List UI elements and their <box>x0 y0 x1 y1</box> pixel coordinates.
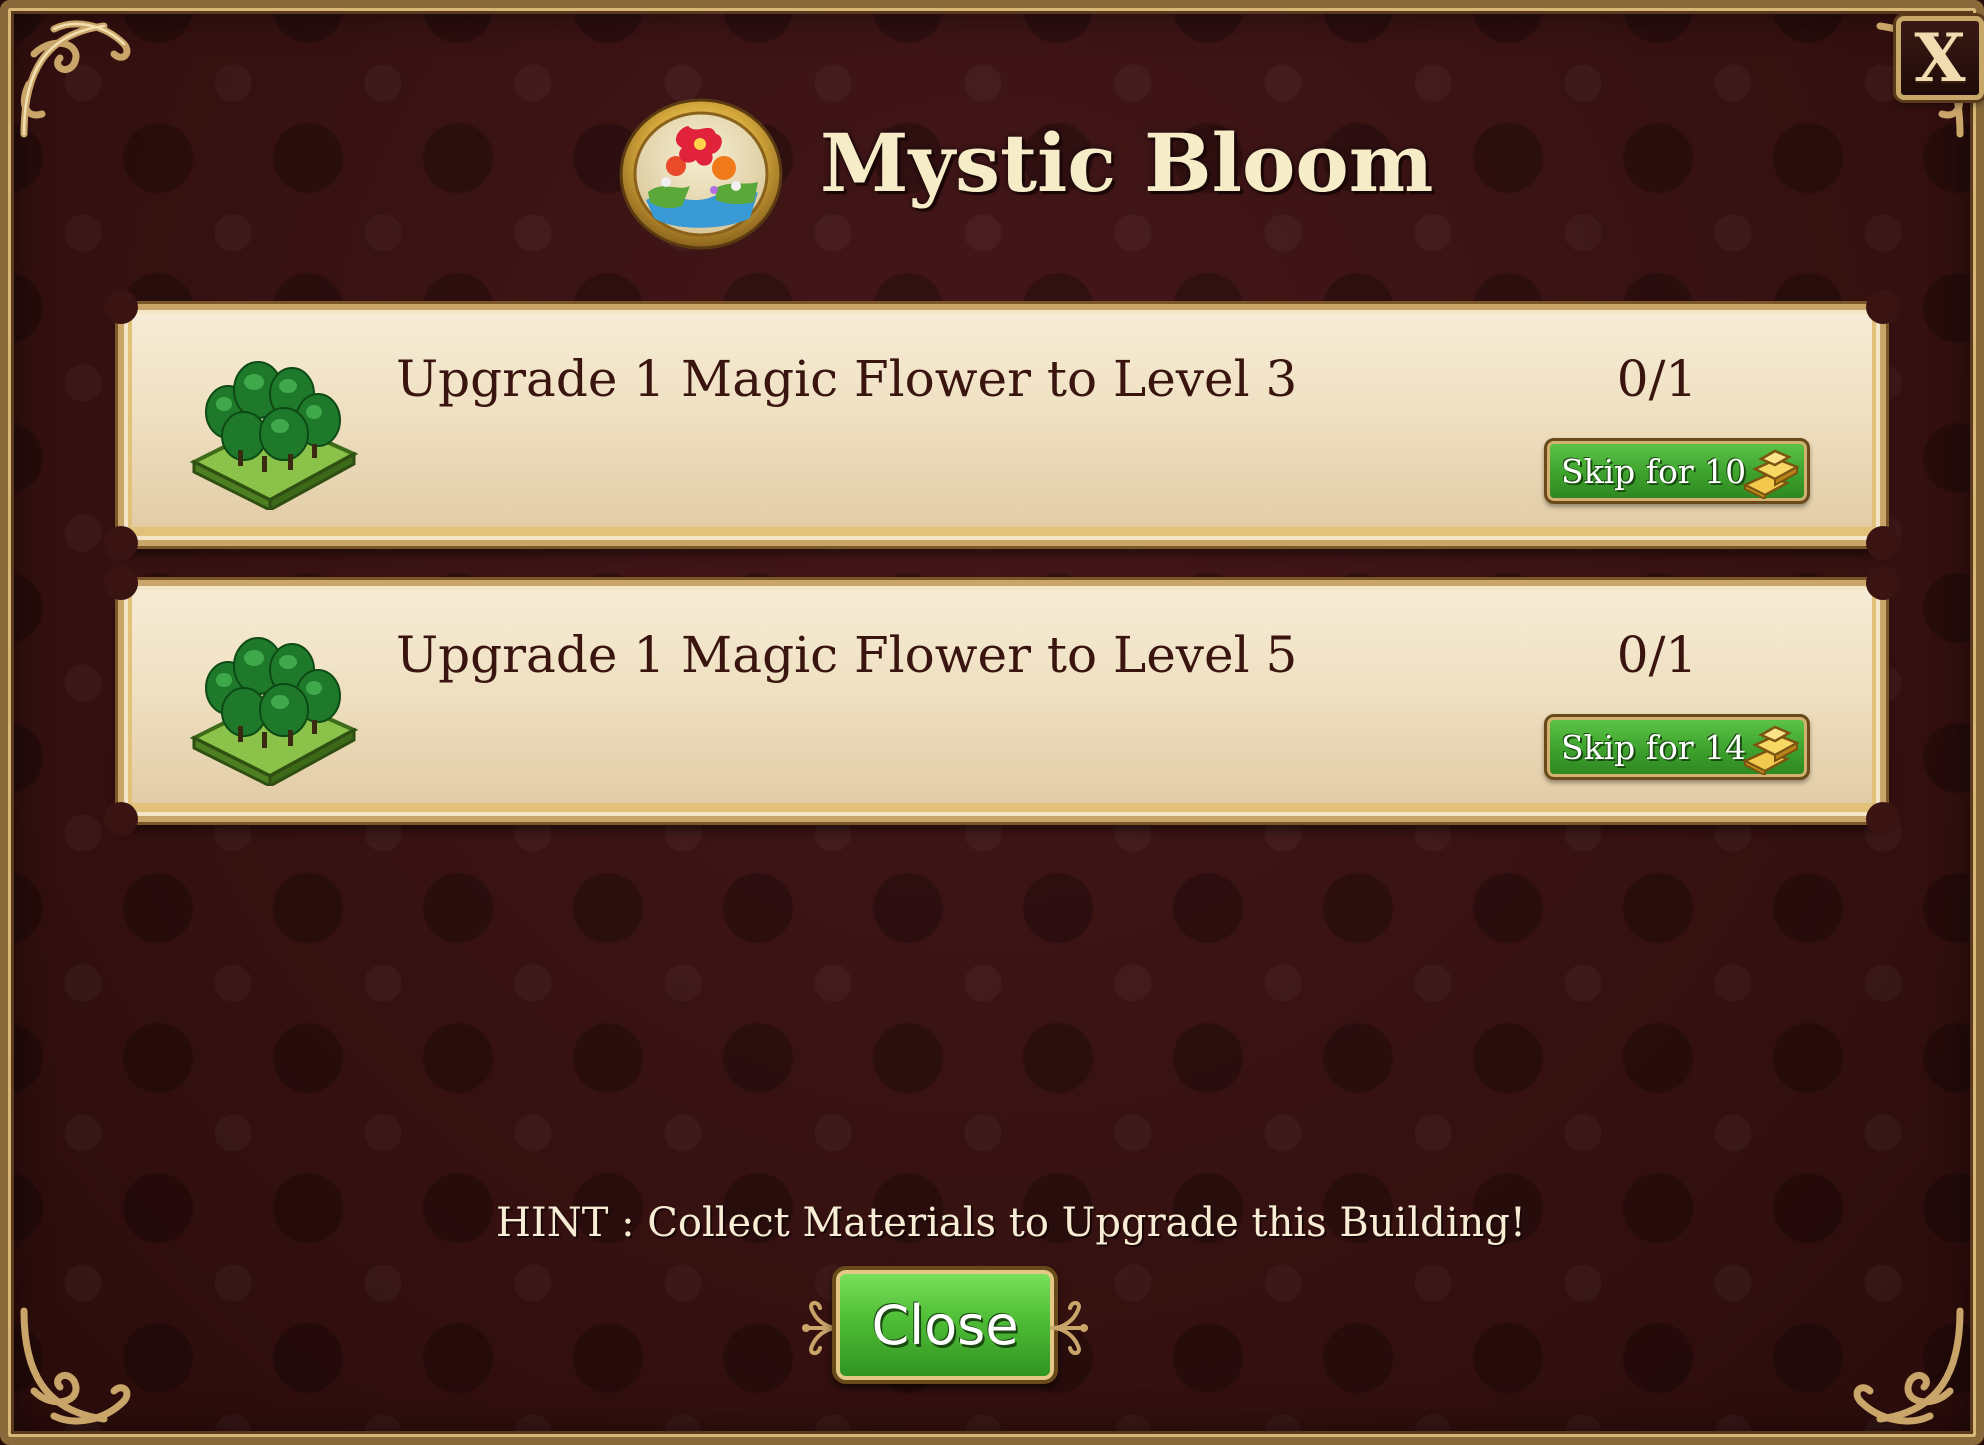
close-button[interactable]: Close <box>832 1266 1058 1384</box>
magic-flower-icon <box>188 350 359 513</box>
skip-button-label: Skip for 10 <box>1561 451 1747 491</box>
task-progress: 0/1 <box>1616 350 1698 408</box>
task-row: Upgrade 1 Magic Flower to Level 5 0/1 Sk… <box>104 566 1900 836</box>
task-description: Upgrade 1 Magic Flower to Level 3 <box>396 350 1298 408</box>
quest-dialog: X Mystic Bloom Upgrade 1 Magic Flower to… <box>0 0 1984 1445</box>
flourish-ornament-icon <box>1048 1298 1092 1358</box>
close-button-label: Close <box>871 1293 1019 1357</box>
corner-ornament-icon <box>1840 1301 1970 1431</box>
corner-ornament-icon <box>14 14 144 144</box>
skip-button-label: Skip for 14 <box>1561 727 1747 767</box>
magic-flower-icon <box>188 626 359 789</box>
skip-button[interactable]: Skip for 10 <box>1544 438 1810 504</box>
task-description: Upgrade 1 Magic Flower to Level 5 <box>396 626 1298 684</box>
dialog-title: Mystic Bloom <box>820 116 1434 210</box>
mystic-bloom-medal-icon <box>618 96 784 252</box>
skip-button[interactable]: Skip for 14 <box>1544 714 1810 780</box>
corner-ornament-icon <box>14 1301 144 1431</box>
task-row: Upgrade 1 Magic Flower to Level 3 0/1 Sk… <box>104 290 1900 560</box>
close-button-group: Close <box>798 1266 1092 1388</box>
close-x-label: X <box>1914 19 1966 97</box>
close-x-button[interactable]: X <box>1896 16 1984 100</box>
hint-text: HINT : Collect Materials to Upgrade this… <box>496 1200 1526 1246</box>
task-progress: 0/1 <box>1616 626 1698 684</box>
gold-bars-icon <box>1741 723 1800 777</box>
gold-bars-icon <box>1741 447 1800 501</box>
game-dialog-screen: X Mystic Bloom Upgrade 1 Magic Flower to… <box>0 0 1984 1445</box>
